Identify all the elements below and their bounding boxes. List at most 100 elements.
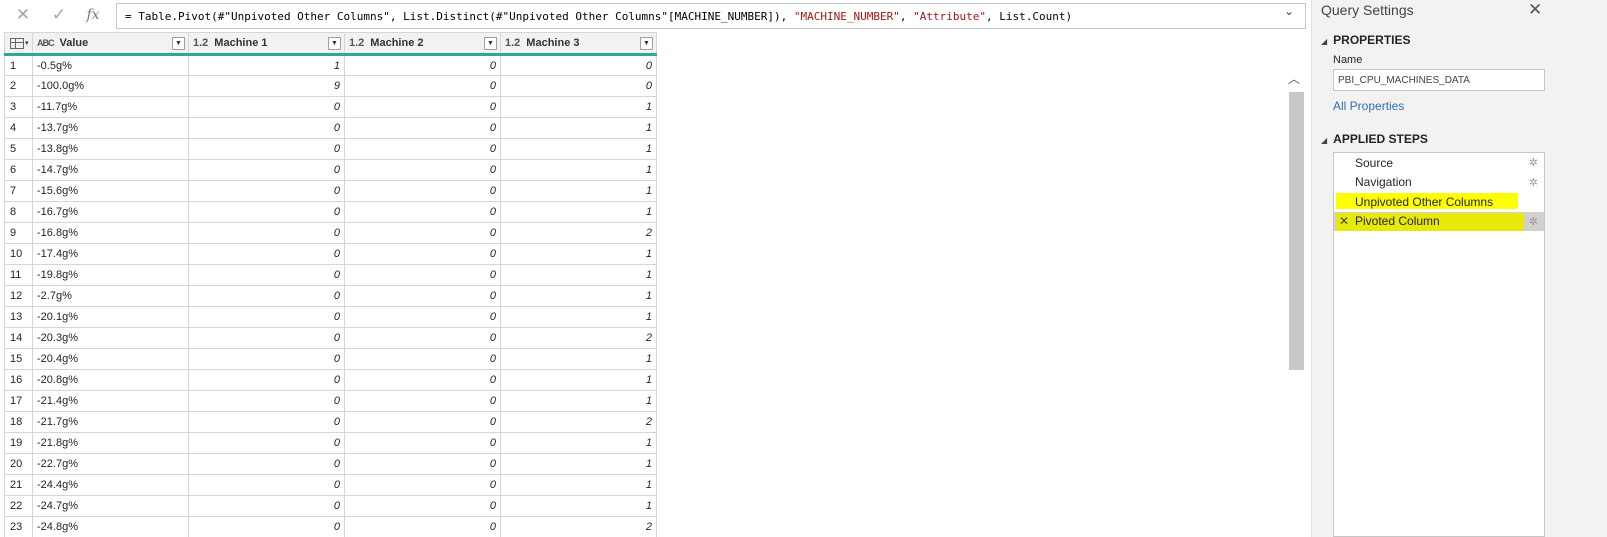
table-cell[interactable]: 0 xyxy=(344,369,501,391)
table-cell[interactable]: 0 xyxy=(344,180,501,202)
table-row[interactable]: 11 -19.8g% 0 0 1 xyxy=(4,264,657,286)
table-row[interactable]: 10 -17.4g% 0 0 1 xyxy=(4,243,657,265)
table-cell[interactable]: 2 xyxy=(500,327,657,349)
table-cell[interactable]: 1 xyxy=(500,474,657,496)
table-cell[interactable]: -13.7g% xyxy=(32,117,189,139)
table-cell[interactable]: -11.7g% xyxy=(32,96,189,118)
table-cell[interactable]: 0 xyxy=(344,327,501,349)
table-row[interactable]: 15 -20.4g% 0 0 1 xyxy=(4,348,657,370)
table-cell[interactable]: 0 xyxy=(188,159,345,181)
table-row[interactable]: 18 -21.7g% 0 0 2 xyxy=(4,411,657,433)
table-cell[interactable]: 0 xyxy=(344,138,501,160)
table-cell[interactable]: -24.8g% xyxy=(32,516,189,537)
column-header-machine-3[interactable]: 1.2 Machine 3 ▼ xyxy=(500,32,657,56)
table-row[interactable]: 23 -24.8g% 0 0 2 xyxy=(4,516,657,537)
table-cell[interactable]: -24.4g% xyxy=(32,474,189,496)
column-header-machine-1[interactable]: 1.2 Machine 1 ▼ xyxy=(188,32,345,56)
decimal-type-icon[interactable]: 1.2 xyxy=(505,37,520,49)
table-cell[interactable]: 0 xyxy=(344,222,501,244)
table-cell[interactable]: 0 xyxy=(188,474,345,496)
table-row[interactable]: 6 -14.7g% 0 0 1 xyxy=(4,159,657,181)
table-cell[interactable]: 0 xyxy=(188,495,345,517)
table-cell[interactable]: 0 xyxy=(500,54,657,76)
decimal-type-icon[interactable]: 1.2 xyxy=(349,37,364,49)
table-cell[interactable]: 0 xyxy=(344,306,501,328)
filter-dropdown-icon[interactable]: ▼ xyxy=(172,37,185,50)
table-cell[interactable]: -20.8g% xyxy=(32,369,189,391)
table-cell[interactable]: -17.4g% xyxy=(32,243,189,265)
table-cell[interactable]: 1 xyxy=(500,159,657,181)
table-cell[interactable]: -0.5g% xyxy=(32,54,189,76)
table-cell[interactable]: 1 xyxy=(500,201,657,223)
table-cell[interactable]: -22.7g% xyxy=(32,453,189,475)
table-cell[interactable]: 0 xyxy=(188,96,345,118)
table-cell[interactable]: 1 xyxy=(500,138,657,160)
table-cell[interactable]: -16.8g% xyxy=(32,222,189,244)
query-name-input[interactable] xyxy=(1333,69,1545,91)
table-cell[interactable]: 1 xyxy=(500,264,657,286)
table-row[interactable]: 20 -22.7g% 0 0 1 xyxy=(4,453,657,475)
table-row[interactable]: 8 -16.7g% 0 0 1 xyxy=(4,201,657,223)
table-cell[interactable]: 0 xyxy=(188,369,345,391)
delete-step-icon[interactable]: ✕ xyxy=(1339,214,1349,228)
table-row[interactable]: 7 -15.6g% 0 0 1 xyxy=(4,180,657,202)
gear-icon[interactable]: ✲ xyxy=(1529,176,1538,189)
check-icon[interactable]: ✓ xyxy=(46,4,72,26)
table-cell[interactable]: 0 xyxy=(188,453,345,475)
table-row[interactable]: 5 -13.8g% 0 0 1 xyxy=(4,138,657,160)
table-cell[interactable]: 0 xyxy=(188,138,345,160)
table-row[interactable]: 16 -20.8g% 0 0 1 xyxy=(4,369,657,391)
applied-step-source[interactable]: Source ✲ xyxy=(1334,153,1544,173)
table-cell[interactable]: 1 xyxy=(500,243,657,265)
table-cell[interactable]: 2 xyxy=(500,411,657,433)
filter-dropdown-icon[interactable]: ▼ xyxy=(640,37,653,50)
table-row[interactable]: 2 -100.0g% 9 0 0 xyxy=(4,75,657,97)
table-cell[interactable]: 0 xyxy=(344,54,501,76)
table-row[interactable]: 14 -20.3g% 0 0 2 xyxy=(4,327,657,349)
table-cell[interactable]: 1 xyxy=(500,180,657,202)
table-cell[interactable]: 1 xyxy=(500,390,657,412)
table-cell[interactable]: -20.3g% xyxy=(32,327,189,349)
table-cell[interactable]: -15.6g% xyxy=(32,180,189,202)
table-cell[interactable]: 0 xyxy=(188,516,345,537)
table-cell[interactable]: 1 xyxy=(500,285,657,307)
table-cell[interactable]: 0 xyxy=(188,264,345,286)
column-header-machine-2[interactable]: 1.2 Machine 2 ▼ xyxy=(344,32,501,56)
table-cell[interactable]: 0 xyxy=(188,306,345,328)
table-row[interactable]: 13 -20.1g% 0 0 1 xyxy=(4,306,657,328)
table-row[interactable]: 9 -16.8g% 0 0 2 xyxy=(4,222,657,244)
table-cell[interactable]: 1 xyxy=(500,369,657,391)
table-cell[interactable]: 0 xyxy=(344,117,501,139)
table-cell[interactable]: -100.0g% xyxy=(32,75,189,97)
table-cell[interactable]: 0 xyxy=(344,453,501,475)
table-cell[interactable]: -24.7g% xyxy=(32,495,189,517)
table-cell[interactable]: 0 xyxy=(344,96,501,118)
table-cell[interactable]: 0 xyxy=(188,243,345,265)
table-cell[interactable]: 0 xyxy=(188,201,345,223)
table-cell[interactable]: 0 xyxy=(344,411,501,433)
formula-input[interactable]: = Table.Pivot(#"Unpivoted Other Columns"… xyxy=(116,3,1306,29)
table-cell[interactable]: 2 xyxy=(500,516,657,537)
table-row[interactable]: 4 -13.7g% 0 0 1 xyxy=(4,117,657,139)
close-icon[interactable]: ✕ xyxy=(1528,0,1542,20)
table-cell[interactable]: 2 xyxy=(500,222,657,244)
filter-dropdown-icon[interactable]: ▼ xyxy=(484,37,497,50)
table-cell[interactable]: 1 xyxy=(188,54,345,76)
table-cell[interactable]: 1 xyxy=(500,96,657,118)
table-cell[interactable]: 0 xyxy=(344,264,501,286)
table-cell[interactable]: 0 xyxy=(500,75,657,97)
gear-icon[interactable]: ✲ xyxy=(1529,156,1538,169)
table-cell[interactable]: 0 xyxy=(188,180,345,202)
table-row[interactable]: 21 -24.4g% 0 0 1 xyxy=(4,474,657,496)
table-cell[interactable]: -20.4g% xyxy=(32,348,189,370)
table-cell[interactable]: 0 xyxy=(344,474,501,496)
applied-step-navigation[interactable]: Navigation ✲ xyxy=(1334,173,1544,193)
close-icon[interactable]: ✕ xyxy=(10,4,36,26)
column-header-value[interactable]: ABC Value ▼ xyxy=(32,32,189,56)
table-cell[interactable]: 0 xyxy=(188,348,345,370)
table-row[interactable]: 22 -24.7g% 0 0 1 xyxy=(4,495,657,517)
table-cell[interactable]: -2.7g% xyxy=(32,285,189,307)
table-row[interactable]: 1 -0.5g% 1 0 0 xyxy=(4,54,657,76)
table-row[interactable]: 12 -2.7g% 0 0 1 xyxy=(4,285,657,307)
table-row[interactable]: 19 -21.8g% 0 0 1 xyxy=(4,432,657,454)
